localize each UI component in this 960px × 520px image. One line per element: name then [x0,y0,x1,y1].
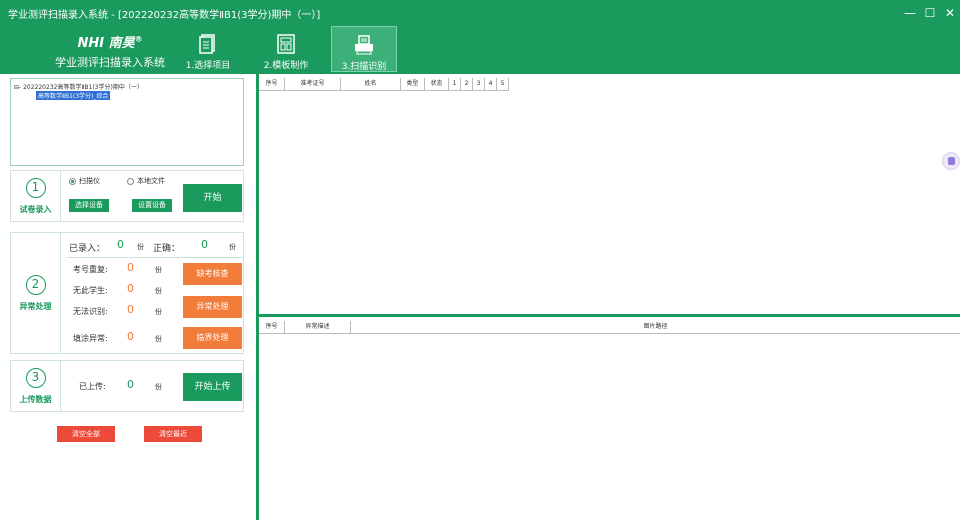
column-header[interactable]: 4 [485,78,497,90]
tab-template[interactable]: 2.模板制作 [253,26,319,72]
tree-root[interactable]: ⊟- 202220232高等数学ⅡB1(3学分)期中（一） [14,82,240,91]
unit: 份 [137,243,144,251]
left-panel: ⊟- 202220232高等数学ⅡB1(3学分)期中（一） 高等数学ⅡB1(3学… [0,74,252,520]
column-header[interactable]: 图片路径 [351,321,960,333]
column-header[interactable]: 姓名 [341,78,401,90]
unit: 份 [155,383,162,391]
logo: NHI 南昊® 学业测评扫描录入系统 [35,32,185,70]
column-header[interactable]: 1 [449,78,461,90]
column-header[interactable]: 3 [473,78,485,90]
threshold-handle-button[interactable]: 临界处理 [183,327,242,349]
unit: 份 [155,287,162,295]
correct-count: 0 [201,238,208,251]
scanner-label: 扫描仪 [79,177,100,185]
scanner-icon [355,35,373,55]
step3-panel: 3 上传数据 已上传: 0 份 开始上传 [10,360,244,412]
tab-label: 1.选择项目 [185,61,231,71]
step1-label-cell: 1 试卷录入 [11,171,61,221]
column-header[interactable]: 状态 [425,78,449,90]
unit: 份 [155,266,162,274]
maximize-icon[interactable]: ☐ [920,0,940,26]
set-device-button[interactable]: 设置设备 [132,199,172,212]
column-header[interactable]: 5 [497,78,509,90]
dup-label: 考号重复: [73,265,108,274]
unit: 份 [229,243,236,251]
clear-all-button[interactable]: 清空全部 [57,426,115,442]
exception-table-header: 序号 异常描述 图片路径 [259,321,960,334]
select-device-button[interactable]: 选择设备 [69,199,109,212]
unrecognized-count: 0 [127,303,134,316]
fill-error-count: 0 [127,330,134,343]
brand-name: NHI 南昊 [77,36,135,51]
exception-handle-button[interactable]: 异常处理 [183,296,242,318]
uploaded-count: 0 [127,378,134,391]
column-header[interactable]: 序号 [259,321,285,333]
column-header[interactable]: 准考证号 [285,78,341,90]
column-header[interactable]: 异常描述 [285,321,351,333]
column-header[interactable]: 类型 [401,78,425,90]
window-title: 学业测评扫描录入系统 - [202220232高等数学ⅡB1(3学分)期中（一）… [8,9,321,21]
entered-label: 已录入： [69,244,106,254]
system-name: 学业测评扫描录入系统 [55,56,165,69]
entered-count: 0 [117,238,124,251]
divider [67,257,243,258]
document-icon [199,34,215,54]
step-number: 3 [25,367,46,388]
project-tree[interactable]: ⊟- 202220232高等数学ⅡB1(3学分)期中（一） 高等数学ⅡB1(3学… [10,78,244,166]
column-header[interactable]: 序号 [259,78,285,90]
step-label: 异常处理 [19,301,52,311]
uploaded-label: 已上传: [79,382,106,391]
title-bar: 学业测评扫描录入系统 - [202220232高等数学ⅡB1(3学分)期中（一）… [0,0,960,26]
close-icon[interactable]: ✕ [940,0,960,26]
unit: 份 [155,308,162,316]
horizontal-splitter[interactable] [259,314,960,317]
local-file-radio[interactable] [127,178,134,185]
scan-table-header: 序号 准考证号 姓名 类型 状态 1 2 3 4 5 [259,78,509,91]
template-icon [277,34,295,54]
absence-check-button[interactable]: 缺考核查 [183,263,242,285]
start-button[interactable]: 开始 [183,184,242,212]
step1-panel: 1 试卷录入 扫描仪 本地文件 选择设备 设置设备 开始 [10,170,244,222]
fill-error-label: 填涂异常: [73,334,108,343]
start-upload-button[interactable]: 开始上传 [183,373,242,401]
no-student-label: 无此学生: [73,286,108,295]
app-header: NHI 南昊® 学业测评扫描录入系统 1.选择项目 2.模板制作 3.扫描识别 [0,26,960,74]
dup-count: 0 [127,261,134,274]
column-header[interactable]: 2 [461,78,473,90]
step2-label-cell: 2 异常处理 [11,233,61,353]
step2-panel: 2 异常处理 已录入： 0 份 正确： 0 份 考号重复: 0 份 无此学生: … [10,232,244,354]
assistant-bubble-icon[interactable] [942,152,960,170]
tab-scan[interactable]: 3.扫描识别 [331,26,397,72]
unrecognized-label: 无法识别: [73,307,108,316]
tab-select-project[interactable]: 1.选择项目 [175,26,241,72]
right-panel: 序号 准考证号 姓名 类型 状态 1 2 3 4 5 序号 异常描述 图片路径 [259,74,960,520]
clear-recent-button[interactable]: 清空最近 [144,426,202,442]
scanner-radio[interactable] [69,178,76,185]
tab-label: 2.模板制作 [263,61,309,71]
local-file-label: 本地文件 [137,177,165,185]
minimize-icon[interactable]: — [900,0,920,26]
tree-child-selected[interactable]: 高等数学ⅡB1(3学分)_综合 [36,91,111,100]
step-number: 1 [25,177,46,198]
step3-label-cell: 3 上传数据 [11,361,61,411]
step-label: 上传数据 [19,394,52,404]
step-label: 试卷录入 [19,204,52,214]
brand-mark: ® [134,34,143,44]
no-student-count: 0 [127,282,134,295]
correct-label: 正确： [153,244,181,254]
step-number: 2 [25,274,46,295]
unit: 份 [155,335,162,343]
tab-label: 3.扫描识别 [341,62,387,72]
